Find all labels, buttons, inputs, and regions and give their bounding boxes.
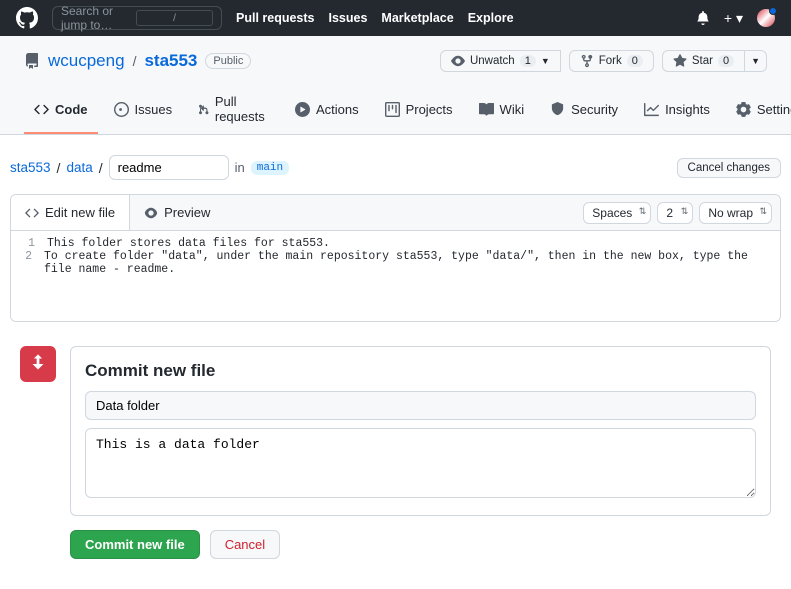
tab-issues[interactable]: Issues [104, 86, 183, 134]
repo-link[interactable]: sta553 [144, 51, 197, 71]
tab-insights[interactable]: Insights [634, 86, 720, 134]
repo-icon [24, 53, 40, 69]
commit-description-textarea[interactable] [85, 428, 756, 498]
bell-icon[interactable] [696, 11, 710, 25]
chevron-down-icon: ▼ [751, 56, 760, 66]
nav-issues[interactable]: Issues [329, 11, 368, 25]
commit-heading: Commit new file [85, 361, 756, 381]
nav-explore[interactable]: Explore [468, 11, 514, 25]
repo-header: wcucpeng / sta553 Public Unwatch 1 ▼ For… [0, 36, 791, 135]
tab-wiki[interactable]: Wiki [469, 86, 535, 134]
filename-input[interactable] [109, 155, 229, 180]
top-nav: Pull requests Issues Marketplace Explore [236, 11, 514, 25]
star-count: 0 [718, 55, 734, 67]
repo-tabs: Code Issues Pull requests Actions Projec… [24, 86, 767, 134]
nav-marketplace[interactable]: Marketplace [381, 11, 453, 25]
chevron-down-icon: ▼ [541, 56, 550, 66]
tab-security[interactable]: Security [540, 86, 628, 134]
code-line: To create folder "data", under the main … [44, 250, 780, 276]
unwatch-label: Unwatch [470, 55, 515, 67]
search-input[interactable]: Search or jump to… / [52, 6, 222, 30]
tab-settings[interactable]: Settings [726, 86, 791, 134]
commit-form: Commit new file [70, 346, 771, 516]
commit-avatar [20, 346, 56, 382]
global-header: Search or jump to… / Pull requests Issue… [0, 0, 791, 36]
fork-button[interactable]: Fork 0 [569, 50, 654, 72]
preview-tab[interactable]: Preview [130, 195, 224, 230]
watch-count: 1 [520, 55, 536, 67]
indent-size-select[interactable]: 2 [657, 202, 693, 224]
github-logo-icon[interactable] [16, 7, 38, 29]
owner-link[interactable]: wcucpeng [48, 51, 125, 71]
line-number: 1 [11, 237, 47, 250]
separator: / [133, 53, 137, 69]
star-button[interactable]: Star 0 [662, 50, 744, 72]
code-editor[interactable]: 1This folder stores data files for sta55… [11, 231, 780, 321]
wrap-select[interactable]: No wrap [699, 202, 772, 224]
tab-code[interactable]: Code [24, 86, 98, 134]
search-placeholder: Search or jump to… [61, 4, 136, 32]
branch-badge[interactable]: main [251, 161, 289, 175]
commit-summary-input[interactable] [85, 391, 756, 420]
crumb-root[interactable]: sta553 [10, 160, 51, 175]
editor: Edit new file Preview Spaces 2 No wrap 1… [10, 194, 781, 322]
cancel-changes-button[interactable]: Cancel changes [677, 158, 781, 178]
plus-icon[interactable]: + ▾ [724, 10, 743, 27]
in-label: in [235, 160, 245, 175]
nav-pull-requests[interactable]: Pull requests [236, 11, 315, 25]
code-line: This folder stores data files for sta553… [47, 237, 330, 250]
indent-mode-select[interactable]: Spaces [583, 202, 651, 224]
visibility-badge: Public [205, 53, 251, 69]
commit-submit-button[interactable]: Commit new file [70, 530, 200, 559]
breadcrumb: sta553 / data / in main Cancel changes [10, 155, 781, 180]
star-label: Star [692, 55, 713, 67]
fork-count: 0 [627, 55, 643, 67]
edit-tab[interactable]: Edit new file [11, 195, 130, 230]
line-number: 2 [11, 250, 44, 276]
crumb-folder[interactable]: data [66, 160, 92, 175]
user-avatar[interactable] [757, 9, 775, 27]
tab-projects[interactable]: Projects [375, 86, 463, 134]
slash-key-icon: / [136, 10, 213, 26]
fork-label: Fork [599, 55, 622, 67]
tab-actions[interactable]: Actions [285, 86, 369, 134]
star-dropdown[interactable]: ▼ [744, 50, 767, 72]
tab-pulls[interactable]: Pull requests [188, 86, 279, 134]
commit-cancel-button[interactable]: Cancel [210, 530, 280, 559]
unwatch-button[interactable]: Unwatch 1 ▼ [440, 50, 561, 72]
